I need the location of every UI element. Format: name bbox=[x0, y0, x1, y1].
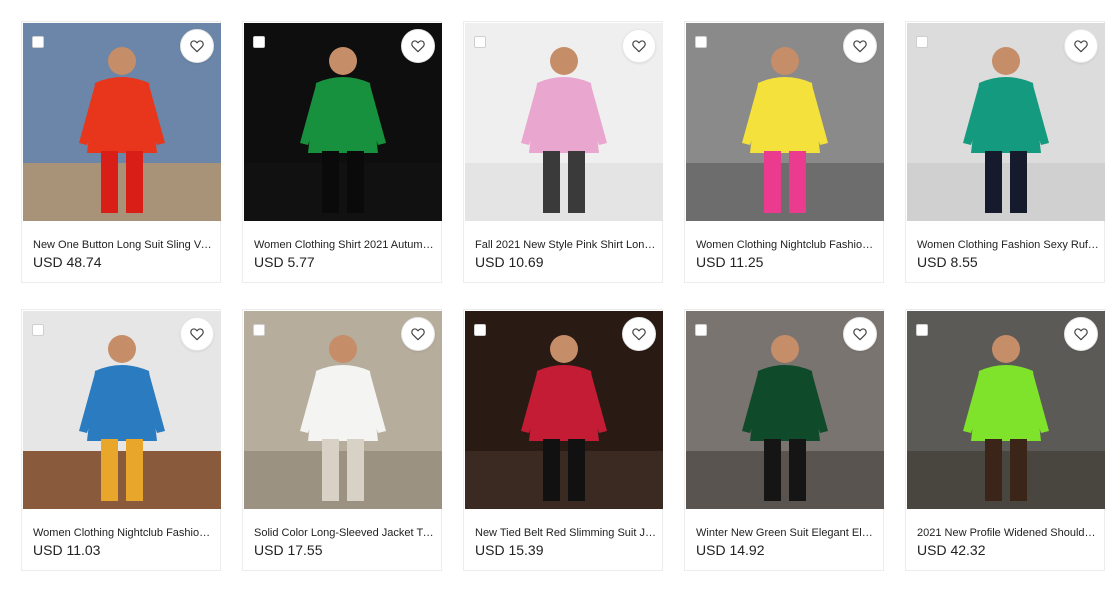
select-checkbox[interactable] bbox=[253, 324, 265, 336]
select-checkbox[interactable] bbox=[253, 36, 265, 48]
product-price: USD 11.25 bbox=[696, 254, 764, 270]
select-checkbox[interactable] bbox=[695, 36, 707, 48]
product-price: USD 17.55 bbox=[254, 542, 323, 558]
product-title[interactable]: 2021 New Profile Widened Shoulder Suit bbox=[917, 527, 1099, 539]
select-checkbox[interactable] bbox=[32, 324, 44, 336]
product-title[interactable]: Women Clothing Nightclub Fashion Printed… bbox=[696, 239, 878, 251]
select-checkbox[interactable] bbox=[916, 36, 928, 48]
product-card[interactable]: Solid Color Long-Sleeved Jacket Two Piec… bbox=[242, 309, 442, 571]
product-title[interactable]: Solid Color Long-Sleeved Jacket Two Piec… bbox=[254, 527, 436, 539]
product-title[interactable]: Women Clothing Fashion Sexy Ruffled Top bbox=[917, 239, 1099, 251]
product-price: USD 5.77 bbox=[254, 254, 315, 270]
product-card[interactable]: Women Clothing Fashion Sexy Ruffled Top U… bbox=[905, 21, 1105, 283]
product-card[interactable]: Fall 2021 New Style Pink Shirt Long Slee… bbox=[463, 21, 663, 283]
product-card[interactable]: Women Clothing Nightclub Fashion Printed… bbox=[684, 21, 884, 283]
select-checkbox[interactable] bbox=[474, 324, 486, 336]
product-price: USD 48.74 bbox=[33, 254, 102, 270]
select-checkbox[interactable] bbox=[32, 36, 44, 48]
product-price: USD 15.39 bbox=[475, 542, 544, 558]
product-card[interactable]: Women Clothing Shirt 2021 Autumn Satin P… bbox=[242, 21, 442, 283]
product-card[interactable]: Women Clothing Nightclub Fashion Print S… bbox=[21, 309, 221, 571]
select-checkbox[interactable] bbox=[474, 36, 486, 48]
heart-outline-icon[interactable] bbox=[401, 29, 435, 63]
product-card[interactable]: 2021 New Profile Widened Shoulder Suit US… bbox=[905, 309, 1105, 571]
product-price: USD 11.03 bbox=[33, 542, 101, 558]
product-price: USD 10.69 bbox=[475, 254, 544, 270]
select-checkbox[interactable] bbox=[916, 324, 928, 336]
product-price: USD 42.32 bbox=[917, 542, 986, 558]
product-title[interactable]: Fall 2021 New Style Pink Shirt Long Slee… bbox=[475, 239, 657, 251]
product-card[interactable]: New Tied Belt Red Slimming Suit Jacket US… bbox=[463, 309, 663, 571]
heart-outline-icon[interactable] bbox=[180, 29, 214, 63]
select-checkbox[interactable] bbox=[695, 324, 707, 336]
heart-outline-icon[interactable] bbox=[843, 317, 877, 351]
product-title[interactable]: Women Clothing Nightclub Fashion Print S… bbox=[33, 527, 215, 539]
heart-outline-icon[interactable] bbox=[180, 317, 214, 351]
product-card[interactable]: Winter New Green Suit Elegant Elegant Ve… bbox=[684, 309, 884, 571]
heart-outline-icon[interactable] bbox=[401, 317, 435, 351]
heart-outline-icon[interactable] bbox=[622, 317, 656, 351]
product-title[interactable]: New One Button Long Suit Sling Vest Shor… bbox=[33, 239, 215, 251]
heart-outline-icon[interactable] bbox=[843, 29, 877, 63]
heart-outline-icon[interactable] bbox=[622, 29, 656, 63]
heart-outline-icon[interactable] bbox=[1064, 317, 1098, 351]
product-title[interactable]: New Tied Belt Red Slimming Suit Jacket bbox=[475, 527, 657, 539]
product-title[interactable]: Winter New Green Suit Elegant Elegant Ve… bbox=[696, 527, 878, 539]
product-price: USD 14.92 bbox=[696, 542, 765, 558]
heart-outline-icon[interactable] bbox=[1064, 29, 1098, 63]
product-card[interactable]: New One Button Long Suit Sling Vest Shor… bbox=[21, 21, 221, 283]
product-title[interactable]: Women Clothing Shirt 2021 Autumn Satin P… bbox=[254, 239, 436, 251]
product-price: USD 8.55 bbox=[917, 254, 978, 270]
